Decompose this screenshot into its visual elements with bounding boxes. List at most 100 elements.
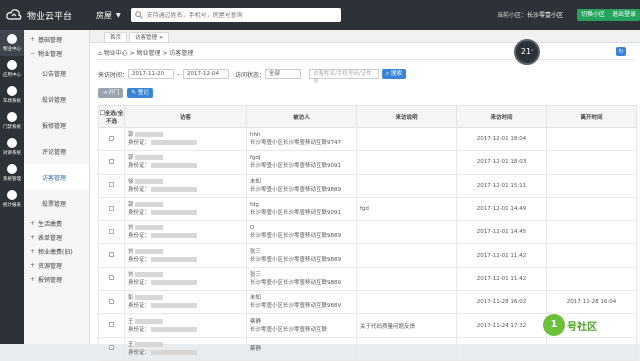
logout-button[interactable]: 退出登录 (608, 9, 640, 21)
tab-visitor[interactable]: 访客管理 × (129, 32, 170, 42)
submenu-notice[interactable]: 公告管理 (24, 60, 89, 86)
global-search[interactable] (130, 8, 341, 22)
parking-icon (7, 86, 17, 96)
sidebar-item-reports[interactable]: 统计报表 (0, 186, 24, 212)
action-bar: ⇥ 开门 ✎ 登记 (98, 88, 153, 98)
submenu-visitor[interactable]: 访客管理 (24, 164, 89, 190)
visitor-cell: 刘身份证： (124, 266, 247, 292)
table-row[interactable]: 刘身份证： 张三 长沙零壹小区长沙零壹移动互联9889 2017-12-01 11:4… (98, 243, 637, 268)
app-title: 物业云平台 (27, 11, 73, 22)
tab-home[interactable]: 首页 (104, 32, 128, 42)
checkbox[interactable] (109, 345, 114, 351)
visit-time-cell: 2017-12-01 18:04 (456, 126, 547, 152)
note-cell: 关于代码质量问题反馈 (356, 313, 457, 338)
masked-text (151, 186, 198, 192)
checkbox[interactable] (109, 158, 114, 164)
row-select[interactable] (98, 196, 125, 222)
sidebar-item-apps[interactable]: 应用中心 (0, 56, 24, 82)
visit-time-cell: 2017-11-28 16:02 (456, 290, 547, 315)
leave-time-cell (546, 126, 637, 152)
table-row[interactable]: 郭身份证： fdg 长沙零壹小区长沙零壹移动互联9091 fgd 2017-12-01 … (98, 196, 637, 222)
row-select[interactable] (98, 336, 125, 361)
table-row[interactable]: 徐身份证： 未知 长沙零壹小区长沙零壹移动互联9889 2017-12-01 15:1… (98, 173, 637, 198)
table-row[interactable]: 郭身份证： hhh 长沙零壹小区长沙零壹移动互联9747 2017-12-01 18:… (98, 126, 637, 152)
checkbox[interactable] (109, 322, 114, 328)
table-row[interactable]: 刘身份证： Q 长沙零壹小区长沙零壹移动互联9889 2017-12-01 14:45 (98, 220, 637, 245)
sidebar-item-access[interactable]: 门禁系统 (0, 108, 24, 134)
menu-item-reimburse[interactable]: + 报销管理 (24, 272, 89, 286)
host-cell: fgdj 长沙零壹小区长沙零壹移动互联9091 (246, 150, 357, 175)
status-label: 访问状态： (235, 71, 266, 79)
masked-text (151, 233, 198, 239)
row-select[interactable] (98, 150, 125, 175)
row-select[interactable] (98, 173, 125, 198)
open-door-button[interactable]: ⇥ 开门 (98, 88, 124, 98)
table-row[interactable]: 王身份证： 蔡静 (98, 336, 637, 361)
refresh-icon: ↻ (618, 48, 624, 55)
gear-icon (7, 164, 17, 174)
sidebar-item-property[interactable]: 物业中心 (0, 30, 24, 56)
submenu-comment[interactable]: 评论管理 (24, 138, 89, 164)
menu-item-property[interactable]: − 物业管理 (24, 46, 89, 60)
row-select[interactable] (98, 220, 125, 245)
community-name: 长沙零壹小区 (527, 12, 564, 19)
time-label: 来访时间： (98, 71, 129, 79)
category-label: 房屋 (96, 10, 112, 20)
refresh-button[interactable]: ↻ (616, 47, 626, 56)
checkbox[interactable] (109, 205, 114, 211)
table-row[interactable]: 刘身份证： 张三 长沙零壹小区长沙零壹移动互联9889 2017-12-01 11:4… (98, 266, 637, 292)
visit-time-cell: 2017-12-01 15:11 (456, 173, 547, 198)
leave-time-cell (546, 150, 637, 175)
sidebar-item-intercom[interactable]: 对讲系统 (0, 134, 24, 160)
switch-community-button[interactable]: 切换小区 (577, 9, 610, 21)
select-all-header[interactable]: 全选/全不选 (98, 105, 125, 128)
app-logo[interactable]: 物业云平台 (0, 8, 90, 22)
checkbox[interactable] (109, 298, 114, 304)
submenu-repair[interactable]: 报修管理 (24, 112, 89, 138)
range-dash: – (177, 70, 181, 78)
row-select[interactable] (98, 243, 125, 268)
search-input[interactable] (146, 11, 327, 19)
menu-item-payment[interactable]: + 生活缴费 (24, 216, 89, 230)
row-select[interactable] (98, 313, 125, 338)
note-cell (356, 336, 457, 361)
sidebar-item-parking[interactable]: 车场系统 (0, 82, 24, 108)
sidebar-item-system[interactable]: 系统管理 (0, 160, 24, 186)
search-button[interactable]: ⌕ 搜索 (382, 69, 406, 79)
visit-time-cell: 2017-12-01 18:03 (456, 150, 547, 175)
checkbox[interactable] (109, 275, 114, 281)
row-select[interactable] (98, 290, 125, 315)
menu-item-resource[interactable]: + 资源管理 (24, 258, 89, 272)
host-cell: 未知 长沙零壹小区长沙零壹移动互联988V (246, 290, 357, 315)
submenu-vote[interactable]: 投票管理 (24, 190, 89, 216)
submenu-complaint[interactable]: 投诉管理 (24, 86, 89, 112)
leave-time-cell (546, 266, 637, 292)
weather-widget: 21° (514, 39, 540, 65)
menu-item-basic[interactable]: + 基础管理 (24, 32, 89, 46)
date-from-input[interactable]: 2017-11-20 (128, 69, 175, 79)
category-select[interactable]: 房屋 ▼ (96, 10, 121, 21)
table-row[interactable]: 郭身份证： fgdj 长沙零壹小区长沙零壹移动互联9091 2017-12-01 18… (98, 150, 637, 175)
masked-text (134, 132, 163, 138)
checkbox[interactable] (109, 135, 114, 141)
module-menu: + 基础管理 − 物业管理 公告管理 投诉管理 报修管理 评论管理 访客管理 投票管… (24, 30, 90, 344)
checkbox[interactable] (109, 228, 114, 234)
col-note: 来访说明 (356, 105, 457, 128)
checkbox[interactable] (109, 252, 114, 258)
row-select[interactable] (98, 126, 125, 152)
host-cell: 蔡静 长沙零壹小区长沙零壹移动互联 (246, 313, 357, 338)
breadcrumb: ⌂ 物业中心 > 物业管理 > 访客管理 (98, 50, 194, 57)
table-row[interactable]: 彭身份证： 未知 长沙零壹小区长沙零壹移动互联988V 2017-11-28 16:0… (98, 290, 637, 315)
date-to-input[interactable]: 2017-12-04 (183, 69, 230, 79)
status-select[interactable]: 全部 (265, 69, 302, 79)
row-select[interactable] (98, 266, 125, 292)
report-icon (7, 190, 17, 200)
checkbox[interactable] (109, 182, 114, 188)
tab-bar: 首页 访客管理 × (90, 30, 640, 43)
menu-item-old-fee[interactable]: + 物业缴费(旧) (24, 244, 89, 258)
cloud-logo-icon (6, 9, 22, 20)
leave-time-cell (546, 220, 637, 245)
keyword-input[interactable]: 访客姓名/手机号码/证件号 (309, 69, 380, 85)
menu-item-forms[interactable]: + 表单管理 (24, 230, 89, 244)
register-button[interactable]: ✎ 登记 (127, 88, 153, 98)
